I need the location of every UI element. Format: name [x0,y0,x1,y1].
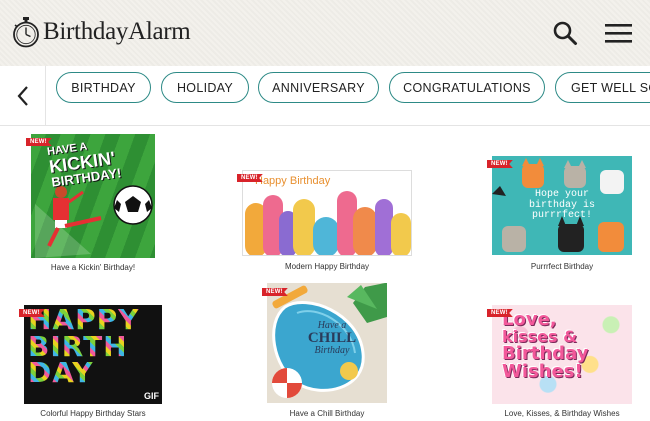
category-holiday[interactable]: HOLIDAY [161,72,249,103]
card-title[interactable]: Modern Happy Birthday [242,262,412,271]
hamburger-menu-icon[interactable] [604,21,633,45]
back-button[interactable] [0,66,46,125]
card-thumbnail[interactable]: HAPPY BIRTH DAY GIF [24,305,162,404]
art-text: DAY [28,356,94,390]
art-text: Happy Birthday [255,175,331,187]
card-thumbnail[interactable]: Happy Birthday [242,170,412,256]
category-bar: BIRTHDAY HOLIDAY ANNIVERSARY CONGRATULAT… [0,66,650,126]
gif-label: GIF [144,391,159,401]
category-birthday[interactable]: BIRTHDAY [56,72,151,103]
new-badge: NEW! [26,138,52,146]
search-icon[interactable] [552,20,578,46]
card-title[interactable]: Have a Chill Birthday [267,409,387,418]
art-text: purrrfect! [531,210,592,221]
art-text: Wishes! [502,361,583,382]
card-thumbnail[interactable]: Love, kisses & Birthday Wishes! [492,305,632,404]
new-badge: NEW! [237,174,263,182]
card-title[interactable]: Colorful Happy Birthday Stars [24,409,162,418]
site-header: BirthdayAlarm [0,0,650,67]
chevron-left-icon [17,85,28,106]
new-badge: NEW! [19,309,45,317]
card-title[interactable]: Have a Kickin' Birthday! [31,263,155,272]
new-badge: NEW! [487,160,513,168]
category-get-well-soon[interactable]: GET WELL SOON [555,72,650,103]
brand-logo[interactable]: BirthdayAlarm [12,16,191,48]
card-thumbnail[interactable]: HAVE A KICKIN' BIRTHDAY! [31,134,155,258]
card-thumbnail[interactable]: Have a CHILL Birthday [267,283,387,403]
card-title[interactable]: Love, Kisses, & Birthday Wishes [492,409,632,418]
card-thumbnail[interactable]: Hope your birthday is purrrfect! [492,156,632,255]
new-badge: NEW! [487,309,513,317]
art-text: Hope your [534,189,589,200]
category-anniversary[interactable]: ANNIVERSARY [258,72,379,103]
art-text: CHILL [307,330,357,346]
new-badge: NEW! [262,288,288,296]
brand-name: BirthdayAlarm [43,18,191,45]
stopwatch-icon [13,17,39,48]
art-text: Birthday [314,345,350,356]
card-title[interactable]: Purrrfect Birthday [492,262,632,271]
category-congratulations[interactable]: CONGRATULATIONS [389,72,545,103]
